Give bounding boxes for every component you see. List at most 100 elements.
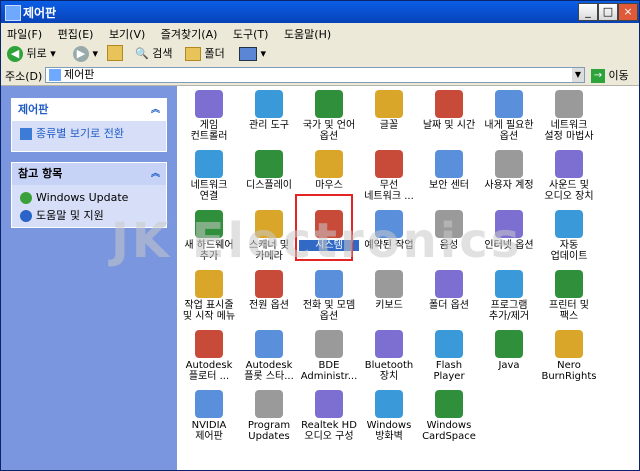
control-panel-item[interactable]: 전화 및 모뎀 옵션 [299, 270, 359, 322]
control-panel-item[interactable]: 사운드 및 오디오 장치 [539, 150, 599, 202]
switch-category-view-link[interactable]: 종류별 보기로 전환 [20, 125, 158, 143]
help-icon [20, 210, 32, 222]
control-panel-item-label: 스캐너 및 카메라 [249, 240, 289, 262]
control-panel-item-icon [375, 390, 403, 418]
control-panel-item-icon [195, 150, 223, 178]
control-panel-item[interactable]: 작업 표시줄 및 시작 메뉴 [179, 270, 239, 322]
control-panel-item-label: 네트워크 설정 마법사 [544, 120, 594, 142]
menu-view[interactable]: 보기(V) [103, 23, 151, 45]
up-folder-button[interactable] [107, 45, 123, 63]
title-bar[interactable]: 제어판 _ □ × [1, 1, 639, 23]
control-panel-item[interactable]: 보안 센터 [419, 150, 479, 191]
control-panel-item-icon [315, 270, 343, 298]
control-panel-item[interactable]: Realtek HD 오디오 구성 [299, 390, 359, 442]
control-panel-item[interactable]: Program Updates [239, 390, 299, 442]
control-panel-item[interactable]: 키보드 [359, 270, 419, 311]
sidebar: 제어판 ︽ 종류별 보기로 전환 참고 항목 ︽ Windows Update … [1, 86, 177, 470]
collapse-icon[interactable]: ︽ [151, 99, 160, 121]
folders-button[interactable]: 폴더 [185, 45, 225, 63]
maximize-button[interactable]: □ [598, 3, 618, 21]
toolbar: ◀ 뒤로 ▾ ▶ ▾ 🔍 검색 폴더 ▾ [1, 43, 639, 66]
menu-favorites[interactable]: 즐겨찾기(A) [155, 23, 224, 45]
control-panel-item[interactable]: 폴더 옵션 [419, 270, 479, 311]
control-panel-item-icon [195, 90, 223, 118]
address-field[interactable]: 제어판 ▼ [45, 67, 585, 83]
control-panel-item-label: 전원 옵션 [249, 300, 289, 311]
control-panel-item[interactable]: Flash Player [419, 330, 479, 382]
go-button[interactable]: → 이동 [591, 67, 629, 83]
control-panel-item[interactable]: BDE Administr... [299, 330, 359, 382]
control-panel-item[interactable]: Java [479, 330, 539, 371]
views-icon [239, 47, 257, 61]
control-panel-item-icon [375, 150, 403, 178]
control-panel-item[interactable]: 무선 네트워크 ... [359, 150, 419, 202]
control-panel-item[interactable]: 인터넷 옵션 [479, 210, 539, 251]
control-panel-item[interactable]: 글꼴 [359, 90, 419, 131]
control-panel-item-label: 프로그램 추가/제거 [488, 300, 530, 322]
control-panel-item[interactable]: 예약된 작업 [359, 210, 419, 251]
see-also-header[interactable]: 참고 항목 ︽ [12, 163, 166, 185]
control-panel-item[interactable]: 게임 컨트롤러 [179, 90, 239, 142]
views-button[interactable]: ▾ [239, 45, 266, 63]
close-button[interactable]: × [618, 3, 638, 21]
search-button[interactable]: 🔍 검색 [135, 45, 172, 63]
control-panel-item[interactable]: 네트워크 설정 마법사 [539, 90, 599, 142]
control-panel-item[interactable]: 국가 및 언어 옵션 [299, 90, 359, 142]
control-panel-item-label: Bluetooth 장치 [364, 360, 414, 382]
control-panel-item-icon [495, 150, 523, 178]
control-panel-item[interactable]: 날짜 및 시간 [419, 90, 479, 131]
control-panel-item[interactable]: 프로그램 추가/제거 [479, 270, 539, 322]
menu-help[interactable]: 도움말(H) [278, 23, 337, 45]
back-button[interactable]: ◀ 뒤로 ▾ [7, 45, 56, 63]
address-label: 주소(D) [5, 70, 43, 83]
windows-update-link[interactable]: Windows Update [20, 189, 158, 207]
control-panel-item[interactable]: NVIDIA 제어판 [179, 390, 239, 442]
control-panel-item[interactable]: Bluetooth 장치 [359, 330, 419, 382]
control-panel-item[interactable]: Windows CardSpace [419, 390, 479, 442]
control-panel-item[interactable]: 디스플레이 [239, 150, 299, 191]
control-panel-item-icon [375, 90, 403, 118]
control-panel-item-label: 내게 필요한 옵션 [484, 120, 534, 142]
control-panel-item-icon [555, 150, 583, 178]
minimize-button[interactable]: _ [578, 3, 598, 21]
control-panel-item[interactable]: 음성 [419, 210, 479, 251]
control-panel-item-icon [255, 390, 283, 418]
control-panel-item-label: Flash Player [433, 360, 465, 382]
control-panel-item[interactable]: 자동 업데이트 [539, 210, 599, 262]
control-panel-item-label: 보안 센터 [429, 180, 469, 191]
menu-edit[interactable]: 편집(E) [52, 23, 100, 45]
control-panel-item[interactable]: 전원 옵션 [239, 270, 299, 311]
control-panel-item[interactable]: 관리 도구 [239, 90, 299, 131]
control-panel-item[interactable]: 스캐너 및 카메라 [239, 210, 299, 262]
control-panel-item[interactable]: Windows 방화벽 [359, 390, 419, 442]
control-panel-item[interactable]: Autodesk 플롯 스타... [239, 330, 299, 382]
control-panel-item-icon [195, 270, 223, 298]
control-panel-item-icon [375, 210, 403, 238]
collapse-icon[interactable]: ︽ [151, 163, 160, 185]
menu-file[interactable]: 파일(F) [1, 23, 48, 45]
windows-update-icon [20, 192, 32, 204]
search-label: 검색 [152, 47, 173, 60]
control-panel-item[interactable]: 내게 필요한 옵션 [479, 90, 539, 142]
control-panel-item[interactable]: Nero BurnRights [539, 330, 599, 382]
control-panel-item-label: Autodesk 플로터 ... [185, 360, 233, 382]
control-panel-item-label: Nero BurnRights [541, 360, 597, 382]
control-panel-item-label: 키보드 [375, 300, 403, 311]
control-panel-item-icon [495, 90, 523, 118]
control-panel-item-label: 폴더 옵션 [429, 300, 469, 311]
help-support-link[interactable]: 도움말 및 지원 [20, 207, 158, 225]
address-dropdown-icon[interactable]: ▼ [572, 68, 584, 82]
control-panel-item-label: Windows CardSpace [422, 420, 476, 442]
task-pane-title: 제어판 [18, 103, 49, 116]
control-panel-item[interactable]: 새 하드웨어 추가 [179, 210, 239, 262]
menu-tools[interactable]: 도구(T) [227, 23, 275, 45]
control-panel-item[interactable]: 사용자 계정 [479, 150, 539, 191]
control-panel-item-label: 게임 컨트롤러 [190, 120, 228, 142]
control-panel-item[interactable]: Autodesk 플로터 ... [179, 330, 239, 382]
control-panel-item[interactable]: 마우스 [299, 150, 359, 191]
control-panel-item[interactable]: 프린터 및 팩스 [539, 270, 599, 322]
control-panel-item-label: 국가 및 언어 옵션 [302, 120, 356, 142]
forward-button[interactable]: ▶ ▾ [73, 45, 98, 63]
control-panel-item[interactable]: 네트워크 연결 [179, 150, 239, 202]
task-pane-header[interactable]: 제어판 ︽ [12, 99, 166, 121]
